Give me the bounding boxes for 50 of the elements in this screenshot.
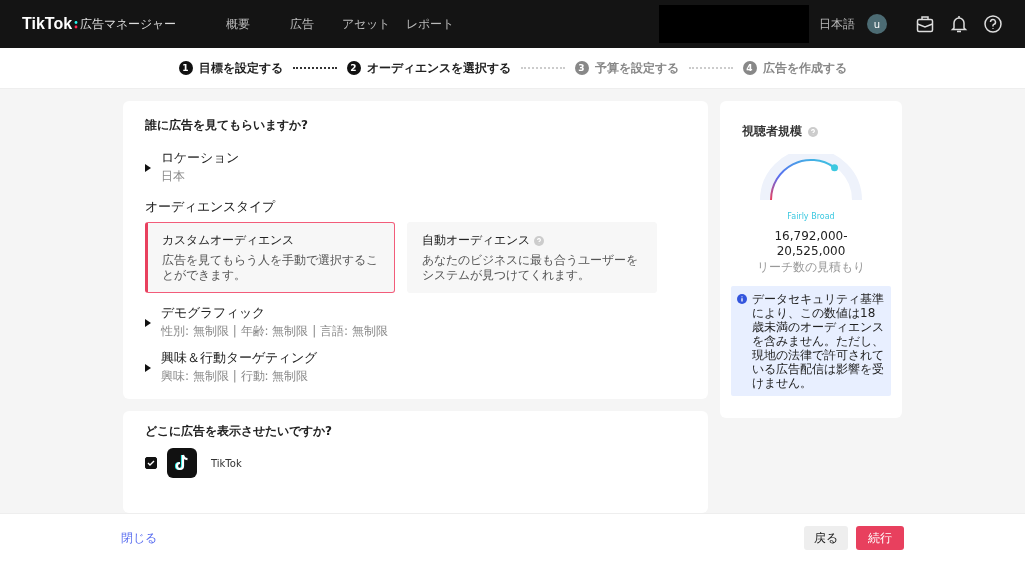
step-number: 1 xyxy=(178,61,193,75)
back-button[interactable]: 戻る xyxy=(804,526,848,550)
app-icon xyxy=(167,448,197,478)
checkbox[interactable] xyxy=(145,457,157,469)
audience-type-option[interactable]: 自動オーディエンス あなたのビジネスに最も合うユーザーをシステムが見つけてくれます。 xyxy=(407,222,657,293)
nav-item[interactable]: レポート xyxy=(398,15,463,33)
location-label[interactable]: ロケーション xyxy=(161,150,239,167)
option-title: 自動オーディエンス xyxy=(422,232,530,249)
reach-range: 16,792,000-20,525,000 xyxy=(773,229,849,259)
logo-dots-icon xyxy=(74,19,79,29)
nav-item[interactable]: 概要 xyxy=(206,15,271,33)
caret-icon[interactable] xyxy=(145,363,151,372)
step-number: 3 xyxy=(574,61,589,75)
product-name: 広告マネージャー xyxy=(80,15,177,33)
caret-icon[interactable] xyxy=(145,318,151,327)
reach-caption: リーチ数の見積もり xyxy=(757,259,865,276)
briefcase-icon[interactable] xyxy=(915,14,935,34)
info-icon xyxy=(737,294,747,304)
logo[interactable]: TikTok xyxy=(22,15,73,33)
audience-type-heading: オーディエンスタイプ xyxy=(145,199,277,216)
option-description: あなたのビジネスに最も合うユーザーをシステムが見つけてくれます。 xyxy=(422,253,639,283)
section-title: どこに広告を表示させたいですか? xyxy=(145,423,333,440)
section-label[interactable]: デモグラフィック xyxy=(161,305,388,322)
step-label: 予算を設定する xyxy=(594,59,679,77)
section-summary: 性別: 無制限 | 年齢: 無制限 | 言語: 無制限 xyxy=(161,323,388,340)
step-number: 4 xyxy=(742,61,757,75)
step-label: 目標を設定する xyxy=(198,59,283,77)
section-title: 誰に広告を見てもらいますか? xyxy=(145,117,309,134)
section-summary: 興味: 無制限 | 行動: 無制限 xyxy=(161,368,310,385)
step-label: オーディエンスを選択する xyxy=(366,59,511,77)
audience-rating: Fairly Broad xyxy=(787,212,835,221)
step-number: 2 xyxy=(346,61,361,75)
continue-button[interactable]: 続行 xyxy=(856,526,904,550)
option-title: カスタムオーディエンス xyxy=(162,232,294,249)
bell-icon[interactable] xyxy=(949,14,969,34)
help-icon[interactable] xyxy=(983,14,1003,34)
caret-icon[interactable] xyxy=(145,163,151,172)
section-label[interactable]: 興味＆行動ターゲティング xyxy=(161,350,317,367)
close-link[interactable]: 閉じる xyxy=(121,529,157,547)
option-label: TikTok xyxy=(211,457,242,469)
step-label: 広告を作成する xyxy=(762,59,847,77)
nav-item[interactable]: アセット xyxy=(334,15,399,33)
audience-type-option[interactable]: カスタムオーディエンス 広告を見てもらう人を手動で選択することができます。 xyxy=(145,222,395,293)
card-title: 視聴者規模 xyxy=(742,123,802,140)
avatar[interactable]: u xyxy=(867,14,887,34)
nav-item[interactable]: 広告 xyxy=(270,15,335,33)
option-description: 広告を見てもらう人を手動で選択することができます。 xyxy=(162,253,379,283)
notice-text: データセキュリティ基準により、この数値は18歳未満のオーディエンスを含みません。ただし、現地の法律で許可されている広告配信は影響を受けません。 xyxy=(752,292,885,390)
location-summary: 日本 xyxy=(161,168,186,185)
language-selector[interactable]: 日本語 xyxy=(819,15,855,33)
